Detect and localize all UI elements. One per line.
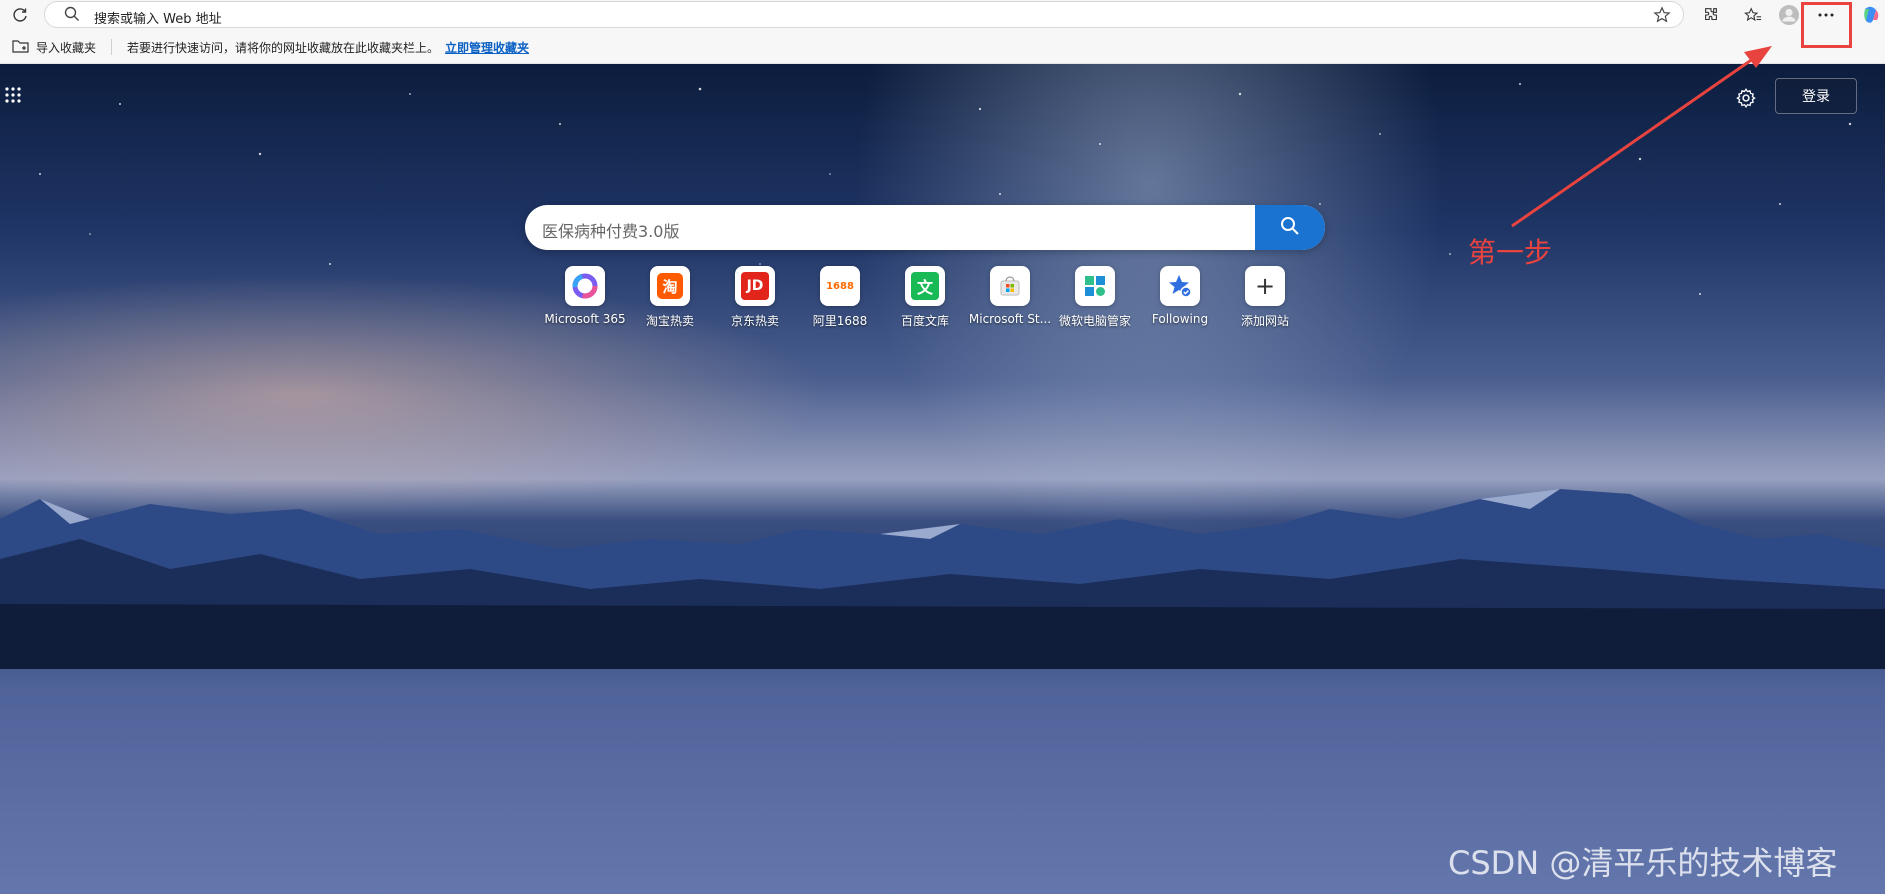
quick-link-label: 微软电脑管家 [1058,314,1131,328]
search-input[interactable]: 医保病种付费3.0版 [542,218,679,242]
quick-link-label: 淘宝热卖 [645,314,694,328]
quick-link-microsoft-store[interactable]: Microsoft St... [968,266,1052,326]
mountain-range [0,489,1885,669]
search-icon [1279,215,1301,241]
quick-link-label: Following [1151,312,1209,326]
pc-manager-icon [1075,266,1115,306]
quick-link-label: 添加网站 [1240,314,1289,328]
alibaba-1688-icon: 1688 [820,266,860,306]
quick-link-label: 阿里1688 [812,314,868,328]
add-icon: + [1245,266,1285,306]
profile-avatar-icon[interactable] [1776,2,1802,28]
favorites-icon[interactable] [1740,2,1766,28]
microsoft-store-icon [990,266,1030,306]
baidu-wenku-icon: 文 [905,266,945,306]
quick-link-add-site[interactable]: + 添加网站 [1223,266,1307,329]
quick-link-jd[interactable]: JD 京东热卖 [713,266,797,329]
login-button[interactable]: 登录 [1775,78,1857,114]
import-favorites-label: 导入收藏夹 [36,41,97,55]
bookmarks-divider [111,39,112,55]
copilot-icon[interactable] [1858,2,1884,28]
following-star-icon [1160,266,1200,306]
quick-link-label: 百度文库 [900,314,949,328]
quick-link-baidu-wenku[interactable]: 文 百度文库 [883,266,967,329]
quick-link-microsoft-365[interactable]: Microsoft 365 [543,266,627,326]
search-button[interactable] [1255,205,1325,250]
favorite-star-icon[interactable] [1653,6,1671,28]
watermark: CSDN @清平乐的技术博客 [1448,844,1838,882]
jd-icon: JD [735,266,775,306]
address-input[interactable]: 搜索或输入 Web 地址 [94,8,222,27]
microsoft-365-icon [565,266,605,306]
quick-link-pc-manager[interactable]: 微软电脑管家 [1053,266,1137,329]
quick-link-1688[interactable]: 1688 阿里1688 [798,266,882,329]
quick-link-following[interactable]: Following [1138,266,1222,326]
highlight-box [1801,2,1852,48]
import-favorites-button[interactable]: 导入收藏夹 [12,38,96,57]
search-box[interactable]: 医保病种付费3.0版 [525,205,1325,250]
quick-link-label: 京东热卖 [730,314,779,328]
apps-grid-icon[interactable] [4,86,22,104]
bookmarks-bar: 导入收藏夹 若要进行快速访问，请将你的网址收藏放在此收藏夹栏上。 立即管理收藏夹 [0,30,1885,64]
browser-toolbar: 搜索或输入 Web 地址 [0,0,1885,30]
bookmarks-hint: 若要进行快速访问，请将你的网址收藏放在此收藏夹栏上。 [127,41,440,55]
manage-favorites-link[interactable]: 立即管理收藏夹 [445,39,529,56]
quick-link-label: Microsoft St... [968,312,1052,326]
extensions-icon[interactable] [1698,2,1724,28]
search-icon [63,5,81,27]
refresh-icon[interactable] [7,2,33,28]
taobao-icon: 淘 [650,266,690,306]
address-bar[interactable]: 搜索或输入 Web 地址 [44,1,1684,28]
settings-gear-icon[interactable] [1735,87,1757,109]
step-annotation-label: 第一步 [1468,236,1553,269]
quick-link-taobao[interactable]: 淘 淘宝热卖 [628,266,712,329]
quick-link-label: Microsoft 365 [544,312,626,326]
new-tab-page: 登录 医保病种付费3.0版 Microsoft 365 淘 淘宝热卖 JD 京东… [0,64,1885,894]
folder-import-icon [12,38,30,57]
